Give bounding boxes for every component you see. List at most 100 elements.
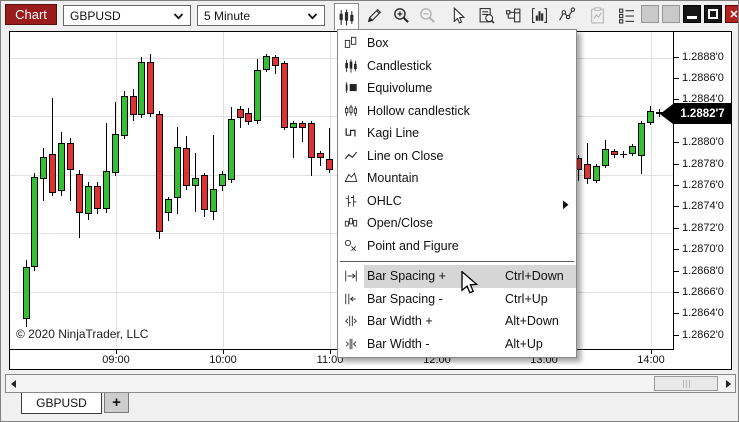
up-candle <box>40 156 48 179</box>
interval-selector[interactable]: 5 Minute <box>197 5 325 26</box>
price-tick <box>674 291 679 293</box>
menu-item-label: Bar Width - <box>367 336 430 351</box>
price-tick <box>674 334 679 336</box>
maximize-button[interactable] <box>704 5 722 23</box>
v-gridline <box>651 32 652 349</box>
up-candle <box>254 69 262 122</box>
zoom-in-icon <box>394 8 409 23</box>
price-axis-label: 1.2862'0 <box>682 328 724 341</box>
down-candle <box>245 112 253 123</box>
price-tag-pointer <box>660 103 673 124</box>
properties-icon <box>619 8 634 24</box>
chart-style-button[interactable] <box>334 3 359 30</box>
indicators-button[interactable] <box>527 3 552 28</box>
add-tab-button[interactable]: + <box>104 393 129 413</box>
bar-spacing-minus-icon <box>345 293 356 304</box>
menu-item-label: Hollow candlestick <box>367 103 470 118</box>
last-price-marker: 1.2882'7 <box>660 103 731 125</box>
menu-item-bar-width[interactable]: Bar Width - Alt+Up <box>338 333 576 356</box>
menu-item-point-and-figure[interactable]: Point and Figure <box>338 235 576 258</box>
down-candle <box>236 109 244 118</box>
menu-item-mountain[interactable]: Mountain <box>338 167 576 190</box>
menu-separator <box>338 257 576 265</box>
menu-item-line-on-close[interactable]: Line on Close <box>338 145 576 168</box>
up-candle <box>646 110 654 124</box>
down-candle <box>316 153 324 158</box>
price-axis-label: 1.2876'0 <box>682 178 724 191</box>
price-tick <box>674 270 679 272</box>
up-candle <box>58 142 66 191</box>
menu-item-label: Bar Width + <box>367 314 433 329</box>
menu-item-equivolume[interactable]: Equivolume <box>338 77 576 100</box>
scroll-right-button[interactable] <box>721 375 735 392</box>
price-tick <box>674 206 679 208</box>
up-candle <box>593 166 601 182</box>
menu-item-box[interactable]: Box <box>338 32 576 55</box>
price-tick <box>674 99 679 101</box>
tab-gbpusd[interactable]: GBPUSD <box>21 393 102 414</box>
down-candle <box>272 57 280 66</box>
menu-item-hollow-candlestick[interactable]: Hollow candlestick <box>338 100 576 123</box>
chevron-down-icon <box>307 12 318 20</box>
chart-trader-button[interactable] <box>501 3 526 28</box>
up-candle <box>263 55 271 70</box>
menu-item-candlestick[interactable]: Candlestick <box>338 55 576 78</box>
price-axis-label: 1.2870'0 <box>682 243 724 256</box>
menu-item-bar-width[interactable]: Bar Width + Alt+Down <box>338 310 576 333</box>
zoom-in-button[interactable] <box>389 3 414 28</box>
menu-item-label: Equivolume <box>367 81 433 96</box>
down-candle <box>307 123 315 158</box>
chart-window: Chart GBPUSD 5 Minute ✕ © 2020 NinjaTrad… <box>0 0 739 422</box>
instrument-selector[interactable]: GBPUSD <box>63 5 191 26</box>
drawing-tools-button[interactable] <box>362 3 387 28</box>
properties-button[interactable] <box>614 3 639 28</box>
v-gridline <box>116 32 117 349</box>
time-axis-label: 09:00 <box>102 354 130 366</box>
cursor-button[interactable] <box>445 3 470 28</box>
chart-trader-icon <box>506 8 521 23</box>
candlestick-icon <box>345 59 357 73</box>
ohlc-icon <box>345 195 357 207</box>
menu-item-ohlc[interactable]: OHLC <box>338 190 576 213</box>
drawing-line-button[interactable] <box>554 3 579 28</box>
price-tick <box>674 163 679 165</box>
zoom-out-icon <box>420 8 435 23</box>
strategies-icon <box>591 7 604 24</box>
price-tick <box>674 56 679 58</box>
up-candle <box>209 188 217 213</box>
down-candle <box>76 173 83 214</box>
strategies-button[interactable] <box>585 3 610 28</box>
price-tick <box>674 249 679 251</box>
scrollbar-thumb[interactable] <box>654 376 718 391</box>
box-icon <box>344 37 357 49</box>
zoom-out-button[interactable] <box>415 3 440 28</box>
menu-item-bar-spacing[interactable]: Bar Spacing - Ctrl+Up <box>338 288 576 311</box>
minimize-button[interactable] <box>683 5 701 23</box>
down-candle <box>325 158 333 171</box>
tab-bar: GBPUSD + <box>1 393 738 416</box>
close-button[interactable]: ✕ <box>725 5 738 23</box>
up-candle <box>174 146 182 199</box>
cursor-icon <box>453 7 466 24</box>
window-button-blank-1[interactable] <box>641 5 659 23</box>
menu-item-open-close[interactable]: Open/Close <box>338 212 576 235</box>
menu-item-label: Open/Close <box>367 216 434 231</box>
scroll-left-arrow-icon <box>10 379 16 388</box>
menu-item-bar-spacing[interactable]: Bar Spacing + Ctrl+Down <box>338 265 576 288</box>
scroll-right-arrow-icon <box>725 379 731 388</box>
menu-item-kagi-line[interactable]: Kagi Line <box>338 122 576 145</box>
line-on-close-icon <box>344 151 358 159</box>
hollow-candlestick-icon <box>345 104 357 116</box>
chart-h-scrollbar[interactable] <box>5 374 736 393</box>
mountain-icon <box>344 172 358 183</box>
interval-value: 5 Minute <box>204 8 251 23</box>
price-tick <box>674 142 679 144</box>
price-axis-label: 1.2868'0 <box>682 264 724 277</box>
menu-item-label: Box <box>367 36 389 51</box>
minimize-icon <box>687 16 697 19</box>
up-candle <box>165 199 173 214</box>
time-axis-label: 14:00 <box>637 354 665 366</box>
window-button-blank-2[interactable] <box>662 5 680 23</box>
scroll-left-button[interactable] <box>6 375 20 392</box>
data-box-button[interactable] <box>474 3 499 28</box>
